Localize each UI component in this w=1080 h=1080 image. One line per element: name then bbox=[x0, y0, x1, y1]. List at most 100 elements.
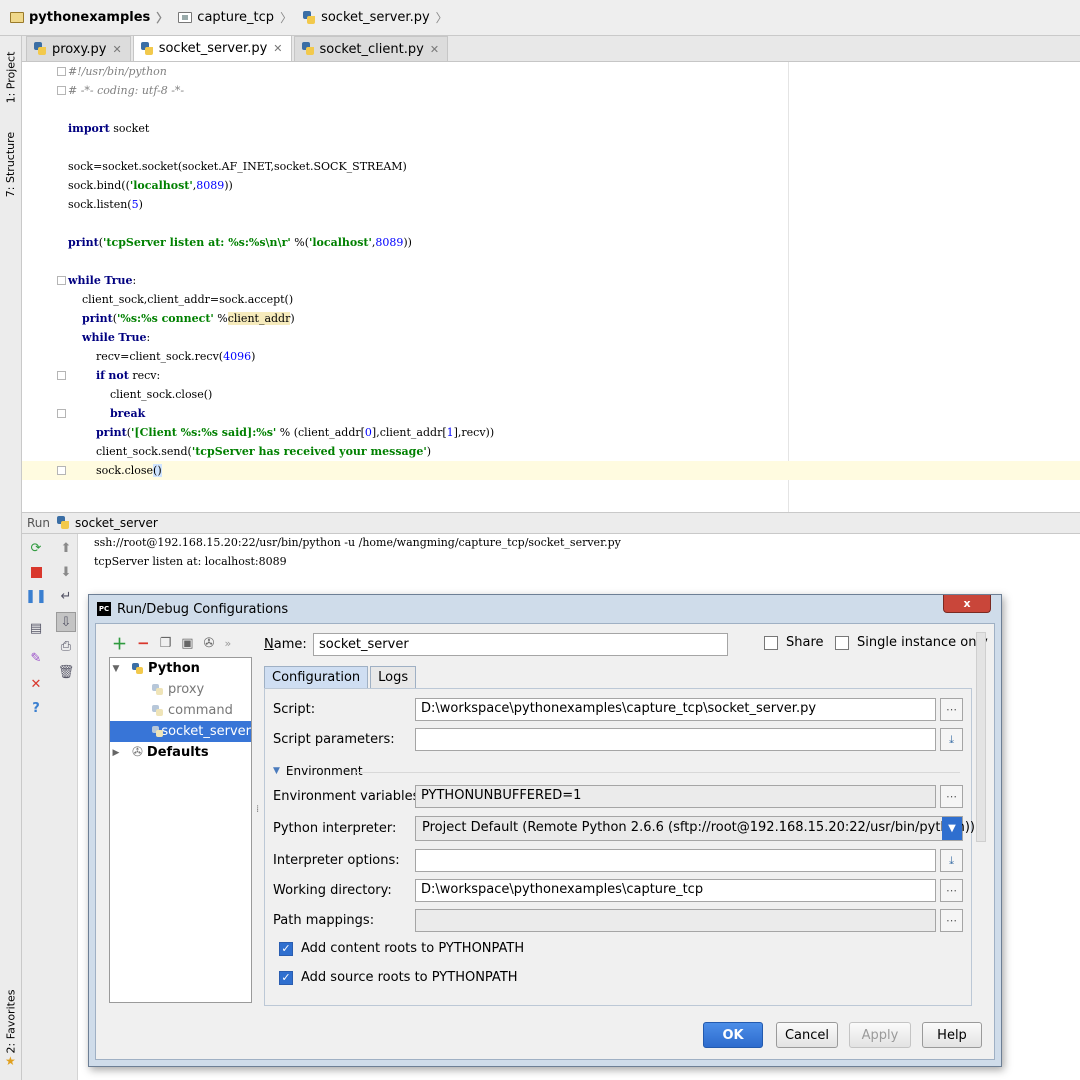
pin-icon[interactable]: ✎ bbox=[28, 650, 44, 666]
script-parameters-field[interactable] bbox=[415, 728, 936, 751]
help-icon[interactable]: ? bbox=[28, 700, 44, 716]
tree-toolbar: ＋ − ❐ ▣ ✇ » bbox=[110, 632, 255, 654]
expand-field-icon[interactable]: ⤓ bbox=[940, 849, 963, 872]
expand-field-icon[interactable]: ⤓ bbox=[940, 728, 963, 751]
fold-marker-icon[interactable] bbox=[57, 409, 66, 418]
close-icon[interactable]: ✕ bbox=[28, 676, 44, 692]
python-interpreter-select[interactable]: Project Default (Remote Python 2.6.6 (sf… bbox=[415, 816, 975, 841]
breadcrumb-item-project[interactable]: pythonexamples 〉 bbox=[10, 9, 174, 26]
dialog-title-bar[interactable]: PC Run/Debug Configurations bbox=[89, 595, 1001, 623]
code-line[interactable]: print('%s:%s connect' %client_addr) bbox=[68, 309, 295, 328]
more-icon[interactable]: » bbox=[224, 637, 231, 650]
add-content-roots-checkbox[interactable]: ✓ Add content roots to PYTHONPATH bbox=[279, 941, 524, 956]
print-icon[interactable]: ⎙ bbox=[58, 638, 74, 654]
script-field[interactable]: D:\workspace\pythonexamples\capture_tcp\… bbox=[415, 698, 936, 721]
single-instance-checkbox[interactable]: Single instance only bbox=[835, 635, 988, 650]
layout-icon[interactable]: ▤ bbox=[28, 620, 44, 636]
apply-button[interactable]: Apply bbox=[849, 1022, 911, 1048]
code-line[interactable]: sock.close() bbox=[22, 461, 1080, 480]
expand-arrow-icon[interactable]: ▼ bbox=[110, 664, 122, 674]
code-line[interactable]: while True: bbox=[68, 271, 136, 290]
tab-proxy[interactable]: proxy.py ✕ bbox=[26, 36, 131, 61]
trash-icon[interactable]: 🗑 bbox=[58, 664, 75, 680]
tab-socket-client[interactable]: socket_client.py ✕ bbox=[293, 36, 449, 61]
fold-marker-icon[interactable] bbox=[57, 371, 66, 380]
tab-socket-server[interactable]: socket_server.py ✕ bbox=[132, 35, 292, 61]
checkmark-icon[interactable]: ✓ bbox=[279, 941, 293, 956]
checkbox-box[interactable] bbox=[764, 635, 778, 650]
cancel-button[interactable]: Cancel bbox=[776, 1022, 838, 1048]
close-tab-icon[interactable]: ✕ bbox=[430, 43, 439, 56]
tree-item-command[interactable]: command bbox=[110, 700, 251, 721]
add-source-roots-checkbox[interactable]: ✓ Add source roots to PYTHONPATH bbox=[279, 970, 518, 985]
chevron-down-icon[interactable]: ▼ bbox=[942, 817, 962, 840]
arrow-down-icon[interactable]: ⬇ bbox=[58, 564, 74, 580]
tree-item-python[interactable]: ▼ Python bbox=[110, 658, 251, 679]
stop-icon[interactable] bbox=[28, 564, 44, 580]
code-editor[interactable]: #!/usr/bin/python # -*- coding: utf-8 -*-… bbox=[22, 62, 1080, 512]
save-icon[interactable]: ▣ bbox=[181, 636, 193, 651]
tree-item-socket-server[interactable]: socket_server bbox=[110, 721, 251, 742]
code-line[interactable]: #!/usr/bin/python bbox=[68, 62, 167, 81]
tree-item-proxy[interactable]: proxy bbox=[110, 679, 251, 700]
run-config-tab[interactable]: socket_server bbox=[75, 516, 158, 530]
tab-configuration[interactable]: Configuration bbox=[264, 666, 369, 688]
fold-marker-icon[interactable] bbox=[57, 276, 66, 285]
close-tab-icon[interactable]: ✕ bbox=[112, 43, 121, 56]
console-output[interactable]: ssh://root@192.168.15.20:22/usr/bin/pyth… bbox=[78, 534, 1080, 594]
help-button[interactable]: Help bbox=[922, 1022, 982, 1048]
code-line[interactable]: import socket bbox=[68, 119, 149, 138]
interpreter-options-field[interactable] bbox=[415, 849, 936, 872]
name-input[interactable] bbox=[313, 633, 728, 656]
remove-icon[interactable]: − bbox=[137, 634, 150, 652]
code-line[interactable]: client_sock.close() bbox=[68, 385, 212, 404]
arrow-up-icon[interactable]: ⬆ bbox=[58, 540, 74, 556]
vertical-scrollbar[interactable] bbox=[976, 632, 986, 842]
tab-logs[interactable]: Logs bbox=[370, 666, 417, 688]
code-line[interactable]: print('[Client %s:%s said]:%s' % (client… bbox=[68, 423, 494, 442]
breadcrumb-item-package[interactable]: capture_tcp 〉 bbox=[178, 9, 298, 26]
pause-icon[interactable]: ❚❚ bbox=[25, 588, 47, 604]
fold-marker-icon[interactable] bbox=[57, 466, 66, 475]
side-tab-favorites[interactable]: 2: Favorites bbox=[0, 981, 22, 1061]
code-line[interactable]: # -*- coding: utf-8 -*- bbox=[68, 81, 184, 100]
dialog-close-button[interactable]: x bbox=[943, 595, 991, 613]
rerun-icon[interactable]: ⟳ bbox=[28, 540, 44, 556]
splitter-handle-icon[interactable]: ⁞ bbox=[256, 804, 259, 815]
wrench-icon[interactable]: ✇ bbox=[204, 636, 215, 651]
fold-marker-icon[interactable] bbox=[57, 67, 66, 76]
share-checkbox[interactable]: Share bbox=[764, 635, 824, 650]
code-line[interactable]: sock.bind(('localhost',8089)) bbox=[68, 176, 233, 195]
code-line[interactable]: print('tcpServer listen at: %s:%s\n\r' %… bbox=[68, 233, 412, 252]
working-directory-field[interactable]: D:\workspace\pythonexamples\capture_tcp bbox=[415, 879, 936, 902]
browse-directory-button[interactable]: ⋯ bbox=[940, 879, 963, 902]
environment-section-toggle[interactable]: ▼ Environment bbox=[273, 764, 363, 778]
side-tab-project[interactable]: 1: Project bbox=[0, 42, 22, 112]
breadcrumb-item-file[interactable]: socket_server.py 〉 bbox=[302, 9, 454, 26]
tree-item-defaults[interactable]: ▶ ✇ Defaults bbox=[110, 742, 251, 763]
add-icon[interactable]: ＋ bbox=[112, 633, 127, 654]
code-line[interactable]: sock=socket.socket(socket.AF_INET,socket… bbox=[68, 157, 407, 176]
environment-variables-field[interactable]: PYTHONUNBUFFERED=1 bbox=[415, 785, 936, 808]
ok-button[interactable]: OK bbox=[703, 1022, 763, 1048]
scroll-to-end-icon[interactable]: ⇩ bbox=[56, 612, 76, 632]
browse-script-button[interactable]: ⋯ bbox=[940, 698, 963, 721]
checkbox-box[interactable] bbox=[835, 635, 849, 650]
code-line[interactable]: break bbox=[68, 404, 145, 423]
fold-marker-icon[interactable] bbox=[57, 86, 66, 95]
code-line[interactable]: client_sock.send('tcpServer has received… bbox=[68, 442, 431, 461]
collapse-arrow-icon[interactable]: ▶ bbox=[110, 748, 122, 758]
code-line[interactable]: sock.listen(5) bbox=[68, 195, 143, 214]
close-tab-icon[interactable]: ✕ bbox=[273, 42, 282, 55]
edit-path-mappings-button[interactable]: ⋯ bbox=[940, 909, 963, 932]
checkmark-icon[interactable]: ✓ bbox=[279, 970, 293, 985]
soft-wrap-icon[interactable]: ↵ bbox=[58, 588, 74, 604]
code-line[interactable]: client_sock,client_addr=sock.accept() bbox=[68, 290, 293, 309]
copy-icon[interactable]: ❐ bbox=[160, 636, 172, 651]
path-mappings-field[interactable] bbox=[415, 909, 936, 932]
edit-env-vars-button[interactable]: ⋯ bbox=[940, 785, 963, 808]
code-line[interactable]: if not recv: bbox=[68, 366, 160, 385]
side-tab-structure[interactable]: 7: Structure bbox=[0, 124, 22, 204]
code-line[interactable]: recv=client_sock.recv(4096) bbox=[68, 347, 255, 366]
code-line[interactable]: while True: bbox=[68, 328, 150, 347]
